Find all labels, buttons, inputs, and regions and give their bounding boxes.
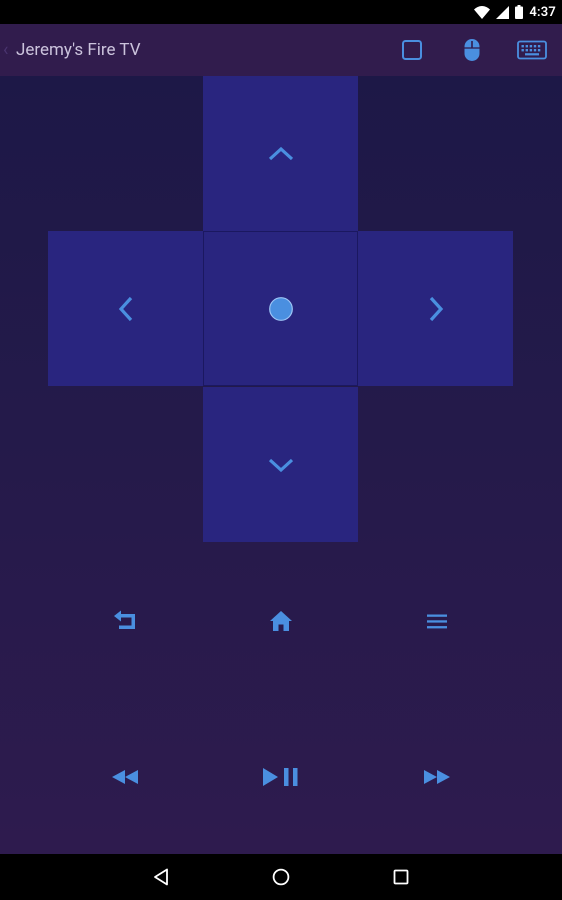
keyboard-button[interactable] <box>510 24 554 76</box>
dpad-up-button[interactable] <box>203 76 358 231</box>
keyboard-icon <box>517 40 547 60</box>
rewind-button[interactable] <box>95 757 155 797</box>
rewind-icon <box>111 769 139 785</box>
dpad-select-button[interactable] <box>203 231 358 386</box>
app-bar: ‹ Jeremy's Fire TV <box>0 24 562 76</box>
nav-back-button[interactable] <box>131 854 191 900</box>
status-bar: 4:37 <box>0 0 562 24</box>
home-icon <box>269 610 293 632</box>
dpad-left-button[interactable] <box>48 231 203 386</box>
menu-button[interactable] <box>407 601 467 641</box>
system-nav-bar <box>0 854 562 900</box>
select-dot-icon <box>268 296 294 322</box>
nav-home-button[interactable] <box>251 854 311 900</box>
nav-back-icon <box>153 868 169 886</box>
chevron-up-icon <box>267 146 295 162</box>
mouse-mode-button[interactable] <box>452 24 492 76</box>
square-icon <box>401 39 423 61</box>
fast-forward-button[interactable] <box>407 757 467 797</box>
dpad-down-button[interactable] <box>203 387 358 542</box>
back-return-icon <box>112 610 138 632</box>
mouse-icon <box>463 38 481 62</box>
dpad-right-button[interactable] <box>358 231 513 386</box>
nav-recents-icon <box>393 869 409 885</box>
screen: 4:37 ‹ Jeremy's Fire TV <box>0 0 562 900</box>
wifi-icon <box>474 5 491 19</box>
nav-recents-button[interactable] <box>371 854 431 900</box>
remote-panel <box>0 76 562 854</box>
fast-forward-icon <box>423 769 451 785</box>
nav-home-icon <box>272 868 290 886</box>
chevron-left-icon <box>118 295 134 323</box>
play-pause-button[interactable] <box>251 757 311 797</box>
status-time: 4:37 <box>529 4 556 20</box>
signal-icon <box>496 5 510 19</box>
play-pause-icon <box>262 767 300 787</box>
chevron-right-icon <box>428 295 444 323</box>
back-button[interactable] <box>95 601 155 641</box>
up-arrow-icon[interactable]: ‹ <box>3 40 8 61</box>
home-button[interactable] <box>251 601 311 641</box>
device-title: Jeremy's Fire TV <box>16 40 141 60</box>
battery-icon <box>515 5 524 19</box>
menu-icon <box>427 614 447 629</box>
chevron-down-icon <box>267 457 295 473</box>
dpad-mode-button[interactable] <box>392 24 432 76</box>
